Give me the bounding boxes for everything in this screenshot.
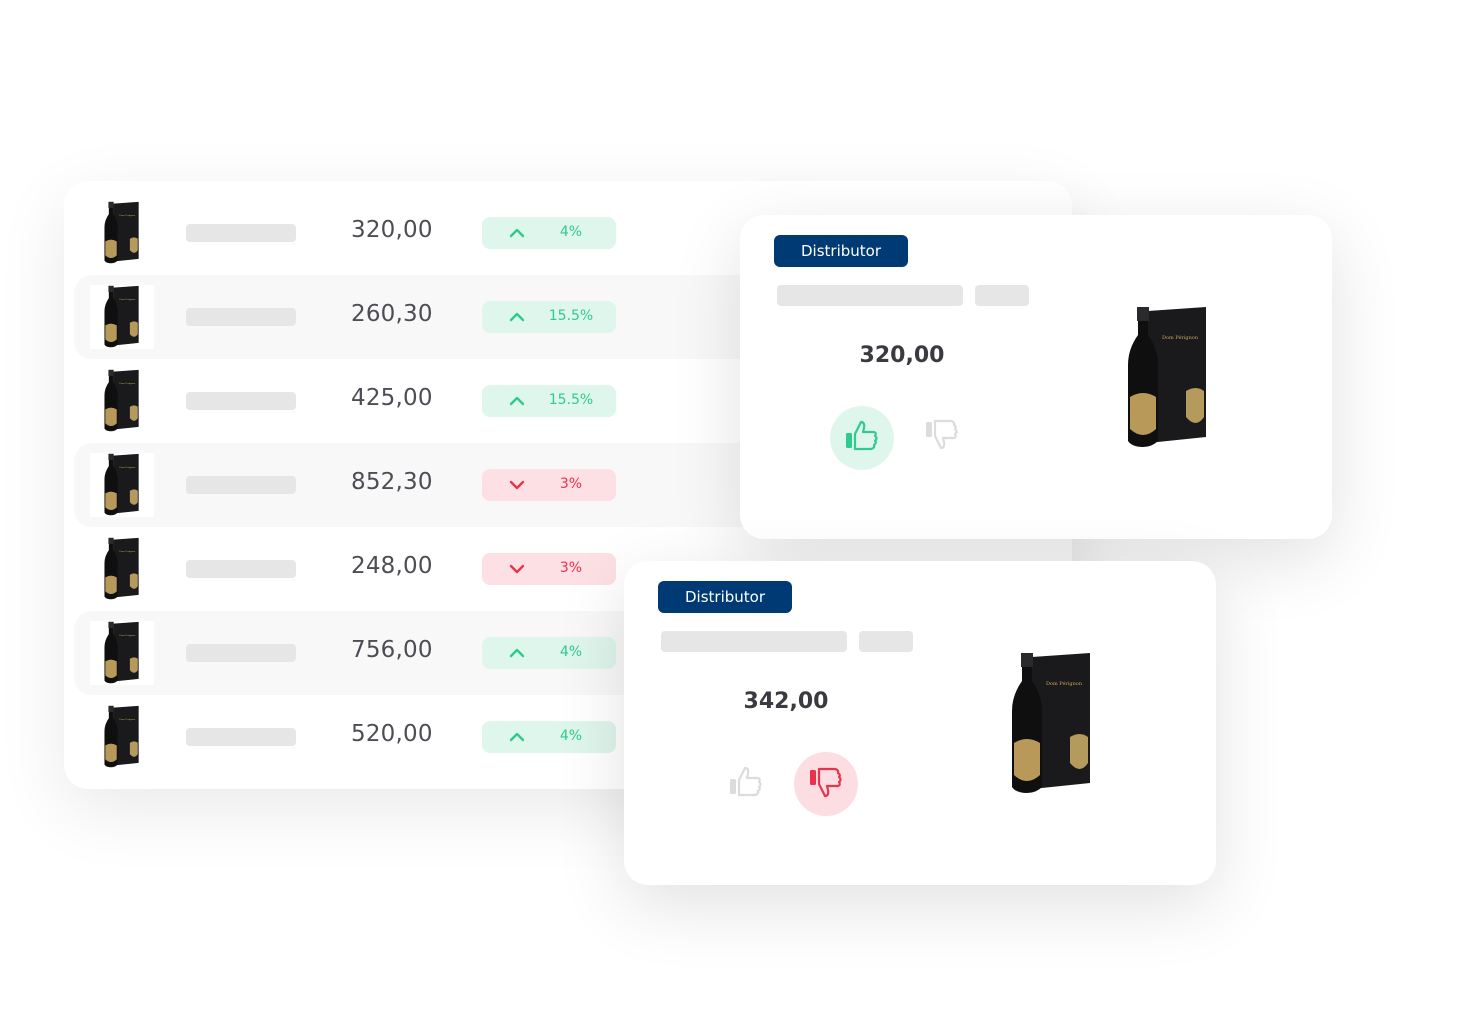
thumbs-up-icon	[844, 418, 880, 458]
price: 260,30	[351, 301, 433, 327]
chevron-up-icon	[508, 392, 526, 410]
product-size-placeholder	[859, 631, 913, 652]
change-badge: 15.5%	[482, 301, 616, 333]
product-name-placeholder	[186, 644, 296, 662]
price: 425,00	[351, 385, 433, 411]
change-percent: 3%	[559, 560, 583, 576]
product-image: Dom Pérignon	[1010, 651, 1094, 797]
svg-text:Dom Pérignon: Dom Pérignon	[119, 718, 135, 721]
thumbs-down-icon	[924, 416, 960, 456]
svg-text:Dom Pérignon: Dom Pérignon	[1162, 334, 1199, 341]
change-badge: 4%	[482, 721, 616, 753]
thumbs-down-icon	[808, 764, 844, 804]
price: 756,00	[351, 637, 433, 663]
product-name-placeholder	[661, 631, 847, 652]
thumbs-up-icon	[728, 764, 764, 804]
chevron-up-icon	[508, 224, 526, 242]
thumbs-down-button[interactable]	[910, 404, 974, 468]
change-percent: 15.5%	[548, 308, 594, 324]
distributor-badge: Distributor	[658, 581, 792, 613]
chevron-down-icon	[508, 476, 526, 494]
change-badge: 3%	[482, 469, 616, 501]
distributor-card: Distributor 342,00 Dom Pérignon	[624, 561, 1216, 885]
distributor-card: Distributor 320,00 Dom Pérignon	[740, 215, 1332, 539]
product-name-placeholder	[186, 224, 296, 242]
product-thumbnail: Dom Pérignon	[90, 201, 154, 265]
chevron-up-icon	[508, 308, 526, 326]
product-name-placeholder	[186, 728, 296, 746]
svg-text:Dom Pérignon: Dom Pérignon	[1046, 680, 1083, 687]
card-price: 320,00	[859, 343, 945, 368]
price: 852,30	[351, 469, 433, 495]
change-badge: 3%	[482, 553, 616, 585]
thumbs-up-button[interactable]	[830, 406, 894, 470]
change-badge: 4%	[482, 637, 616, 669]
change-badge: 15.5%	[482, 385, 616, 417]
svg-text:Dom Pérignon: Dom Pérignon	[119, 550, 135, 553]
product-name-placeholder	[777, 285, 963, 306]
svg-text:Dom Pérignon: Dom Pérignon	[119, 214, 135, 217]
product-thumbnail: Dom Pérignon	[90, 285, 154, 349]
chevron-up-icon	[508, 644, 526, 662]
product-thumbnail: Dom Pérignon	[90, 705, 154, 769]
price: 520,00	[351, 721, 433, 747]
price: 248,00	[351, 553, 433, 579]
change-percent: 3%	[559, 476, 583, 492]
svg-text:Dom Pérignon: Dom Pérignon	[119, 298, 135, 301]
product-thumbnail: Dom Pérignon	[90, 453, 154, 517]
svg-text:Dom Pérignon: Dom Pérignon	[119, 466, 135, 469]
product-name-placeholder	[186, 392, 296, 410]
change-badge: 4%	[482, 217, 616, 249]
change-percent: 4%	[559, 224, 583, 240]
svg-text:Dom Pérignon: Dom Pérignon	[119, 634, 135, 637]
thumbs-up-button[interactable]	[714, 752, 778, 816]
product-size-placeholder	[975, 285, 1029, 306]
product-name-placeholder	[186, 308, 296, 326]
product-thumbnail: Dom Pérignon	[90, 369, 154, 433]
product-name-placeholder	[186, 476, 296, 494]
svg-text:Dom Pérignon: Dom Pérignon	[119, 382, 135, 385]
chevron-up-icon	[508, 728, 526, 746]
thumbs-down-button[interactable]	[794, 752, 858, 816]
product-image: Dom Pérignon	[1126, 305, 1210, 451]
product-name-placeholder	[186, 560, 296, 578]
product-thumbnail: Dom Pérignon	[90, 621, 154, 685]
distributor-badge: Distributor	[774, 235, 908, 267]
chevron-down-icon	[508, 560, 526, 578]
price: 320,00	[351, 217, 433, 243]
change-percent: 4%	[559, 728, 583, 744]
change-percent: 15.5%	[548, 392, 594, 408]
card-price: 342,00	[743, 689, 829, 714]
product-thumbnail: Dom Pérignon	[90, 537, 154, 601]
change-percent: 4%	[559, 644, 583, 660]
